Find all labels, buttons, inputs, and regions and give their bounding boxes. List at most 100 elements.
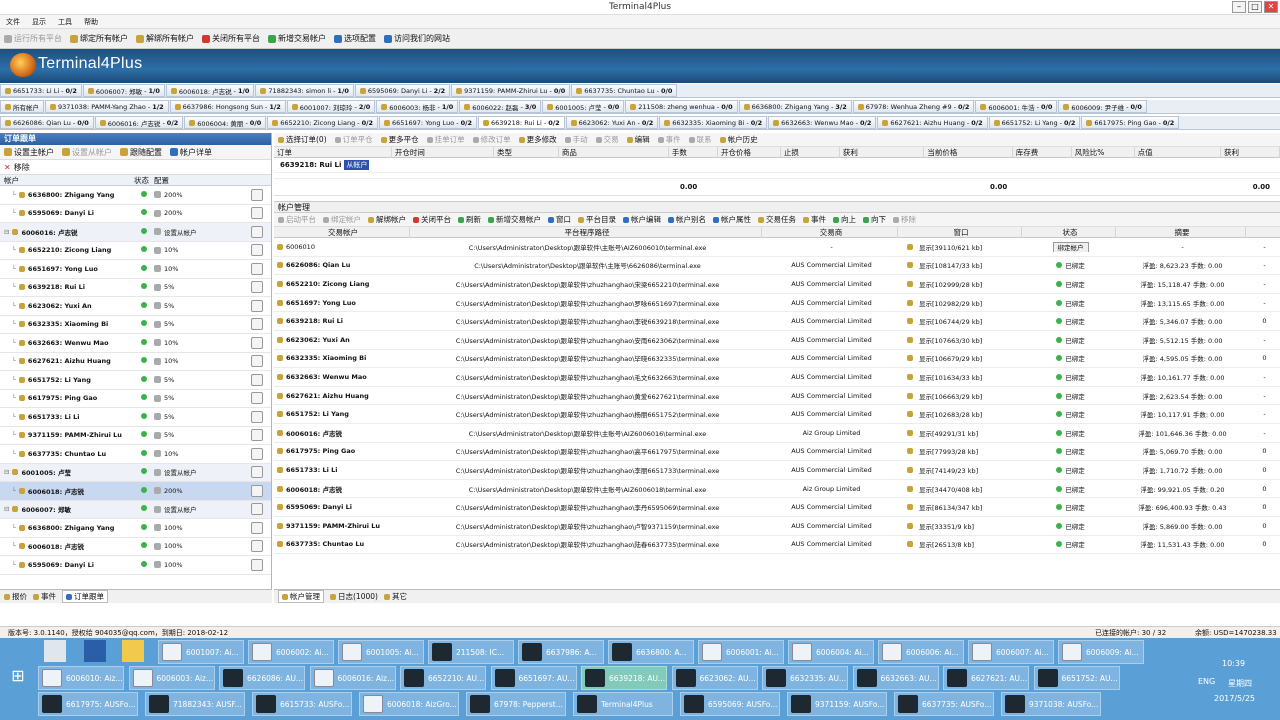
account-tab[interactable]: 6651733: Li Li -0/2 — [0, 84, 82, 97]
right-tab-2[interactable]: 其它 — [383, 591, 407, 602]
account-tab[interactable]: 6639218: Rui Li -0/2 — [477, 116, 565, 129]
accounts-toolbar-button-10[interactable]: 帐户属性 — [713, 214, 751, 225]
taskbar-button[interactable]: 6652210: AU... — [400, 666, 486, 690]
window-toggle[interactable]: 显示[102982/29 kb] — [919, 298, 982, 308]
account-tab[interactable]: 9371159: PAMM-Zhirui Lu -0/0 — [451, 84, 571, 97]
taskbar-button[interactable]: 6651752: AU... — [1033, 666, 1120, 690]
account-tab[interactable]: 6595069: Danyi Li -2/2 — [354, 84, 451, 97]
account-row[interactable]: 6006016: 卢志锐 C:\Users\Administrator\Deskt… — [274, 424, 1280, 443]
account-tab[interactable]: 6627621: Aizhu Huang -0/2 — [877, 116, 988, 129]
account-row[interactable]: 6006010 C:\Users\Administrator\Desktop\跟单… — [274, 238, 1280, 257]
add-slave-icon[interactable] — [251, 466, 263, 479]
copy-toolbar-button-2[interactable]: 跟随配置 — [120, 147, 162, 158]
right-tab-0[interactable]: 帐户管理 — [278, 590, 324, 603]
slave-account-row[interactable]: └ 6651733: Li Li 5% — [0, 408, 271, 427]
accounts-toolbar-button-12[interactable]: 事件 — [803, 214, 826, 225]
window-toggle[interactable]: 显示[108147/33 kb] — [919, 260, 982, 270]
account-tab[interactable]: 6636800: Zhigang Yang -3/2 — [738, 100, 852, 113]
bind-account-button[interactable]: 绑定帐户 — [1052, 241, 1089, 252]
slave-account-row[interactable]: └ 6595069: Danyi Li 200% — [0, 205, 271, 223]
window-toggle[interactable]: 显示[86134/347 kb] — [919, 502, 982, 512]
orders-col-10[interactable]: 风险比% — [1072, 146, 1135, 158]
account-tab[interactable]: 6006003: 杨非 -1/0 — [376, 100, 459, 113]
slave-account-row[interactable]: └ 6639218: Rui Li 5% — [0, 279, 271, 297]
account-tab[interactable]: 6006009: 尹子维 -0/0 — [1058, 100, 1147, 113]
tray-language[interactable]: ENG — [1198, 677, 1215, 686]
account-tab[interactable]: 6006022: 赵磊 -3/0 — [459, 100, 542, 113]
copy-toolbar-button-3[interactable]: 帐户详单 — [170, 147, 212, 158]
computer-icon[interactable] — [44, 640, 66, 662]
account-row[interactable]: 6617975: Ping Gao C:\Users\Administrator\… — [274, 443, 1280, 462]
edit-config-icon[interactable] — [251, 262, 263, 275]
header-config[interactable]: 配置 — [154, 175, 254, 186]
taskbar-button[interactable]: 6001007: Ai... — [158, 640, 244, 664]
accounts-col-5[interactable]: 摘要 — [1116, 226, 1246, 238]
window-toggle[interactable]: 显示[49291/31 kb] — [919, 428, 978, 438]
orders-account-row[interactable]: 6639218: Rui Li 从帐户 — [274, 158, 1280, 173]
account-tab[interactable]: 9371038: PAMM-Yang Zhao -1/2 — [45, 100, 169, 113]
close-icon[interactable]: ✕ — [1264, 1, 1278, 13]
orders-col-8[interactable]: 当前价格 — [924, 146, 1013, 158]
account-row[interactable]: 6595069: Danyi Li C:\Users\Administrator\… — [274, 498, 1280, 517]
edit-config-icon[interactable] — [251, 521, 263, 534]
taskbar-button[interactable]: 6006016: Aiz... — [309, 666, 396, 690]
slave-account-row[interactable]: └ 9371159: PAMM-Zhirui Lu 5% — [0, 427, 271, 445]
accounts-toolbar-button-11[interactable]: 交易任务 — [758, 214, 796, 225]
slave-account-row[interactable]: └ 6632335: Xiaoming Bi 5% — [0, 316, 271, 334]
taskbar-button[interactable]: 6637986: A... — [518, 640, 604, 664]
master-account-row[interactable]: ⊟ 6001005: 卢莹 设置从帐户 — [0, 463, 271, 482]
menu-item-2[interactable]: 工具 — [58, 17, 72, 27]
window-toggle[interactable]: 显示[106744/29 kb] — [919, 316, 982, 326]
window-toggle[interactable]: 显示[26513/8 kb] — [919, 539, 974, 549]
taskbar-button[interactable]: Terminal4Plus — [573, 692, 673, 716]
accounts-toolbar-button-0[interactable]: 启动平台 — [278, 214, 316, 225]
accounts-toolbar-button-9[interactable]: 帐户别名 — [668, 214, 706, 225]
orders-col-2[interactable]: 类型 — [494, 146, 559, 158]
account-row[interactable]: 9371159: PAMM-Zhirui Lu C:\Users\Administ… — [274, 517, 1280, 536]
taskbar-button[interactable]: 6006010: Aiz... — [38, 666, 124, 690]
account-row[interactable]: 6652210: Zicong Liang C:\Users\Administra… — [274, 275, 1280, 294]
slave-account-row[interactable]: └ 6652210: Zicong Liang 10% — [0, 242, 271, 260]
account-tab[interactable]: 所有帐户 — [0, 100, 44, 113]
toolbar-button-6[interactable]: 访问我们的网站 — [384, 33, 450, 44]
taskbar-button[interactable]: 9371159: AUSFo... — [787, 692, 887, 716]
orders-toolbar-button-1[interactable]: 订单平仓 — [334, 134, 373, 145]
taskbar-button[interactable]: 6006004: Ai... — [788, 640, 874, 664]
account-tab[interactable]: 211508: zheng wenhua -0/0 — [625, 100, 738, 113]
slave-account-row[interactable]: └ 6636800: Zhigang Yang 200% — [0, 186, 271, 205]
taskbar-button[interactable]: 6637735: AUSFo... — [894, 692, 994, 716]
left-tab-2[interactable]: 订单跟单 — [62, 590, 108, 603]
account-row[interactable]: 6651733: Li Li C:\Users\Administrator\Des… — [274, 461, 1280, 480]
account-tab[interactable]: 6006007: 郑敏 -1/0 — [82, 84, 165, 97]
master-account-row[interactable]: ⊟ 6006016: 卢志锐 设置从帐户 — [0, 223, 271, 242]
slave-account-row[interactable]: └ 6595069: Danyi Li 100% — [0, 556, 271, 575]
slave-account-row[interactable]: └ 6617975: Ping Gao 5% — [0, 390, 271, 408]
taskbar-button[interactable]: 6006007: Ai... — [968, 640, 1054, 664]
account-tab[interactable]: 6651752: Li Yang -0/2 — [988, 116, 1081, 129]
taskbar-button[interactable]: 6626086: AU... — [219, 666, 305, 690]
toolbar-button-4[interactable]: 新增交易帐户 — [268, 33, 326, 44]
edit-config-icon[interactable] — [251, 318, 263, 331]
account-row[interactable]: 6632335: Xiaoming Bi C:\Users\Administrat… — [274, 350, 1280, 369]
orders-toolbar-button-3[interactable]: 挂单订单 — [426, 134, 465, 145]
taskbar-button[interactable]: 9371038: AUSFo... — [1001, 692, 1101, 716]
accounts-toolbar-button-13[interactable]: 向上 — [833, 214, 856, 225]
master-account-row[interactable]: ⊟ 6006007: 郑敏 设置从帐户 — [0, 500, 271, 519]
account-row[interactable]: 6651697: Yong Luo C:\Users\Administrator\… — [274, 294, 1280, 313]
collapse-icon[interactable]: ⊟ — [4, 468, 9, 476]
edit-config-icon[interactable] — [251, 484, 263, 497]
collapse-icon[interactable]: ⊟ — [4, 228, 9, 236]
edit-config-icon[interactable] — [251, 540, 263, 553]
window-toggle[interactable]: 显示[101634/33 kb] — [919, 372, 982, 382]
accounts-col-3[interactable]: 窗口 — [898, 226, 1022, 238]
taskbar-button[interactable]: 6651697: AU... — [490, 666, 577, 690]
account-tab[interactable]: 6632335: Xiaoming Bi -0/2 — [659, 116, 768, 129]
account-tab[interactable]: 6006001: 牛浩 -0/0 — [975, 100, 1058, 113]
slave-account-row[interactable]: └ 6651752: Li Yang 5% — [0, 371, 271, 390]
toolbar-button-2[interactable]: 解绑所有帐户 — [136, 33, 194, 44]
edit-config-icon[interactable] — [251, 336, 263, 349]
folder-icon[interactable] — [122, 640, 144, 662]
right-tab-1[interactable]: 日志(1000) — [330, 591, 378, 602]
taskbar-button[interactable]: 71882343: AUSF... — [145, 692, 245, 716]
window-toggle[interactable]: 显示[77993/28 kb] — [919, 446, 978, 456]
